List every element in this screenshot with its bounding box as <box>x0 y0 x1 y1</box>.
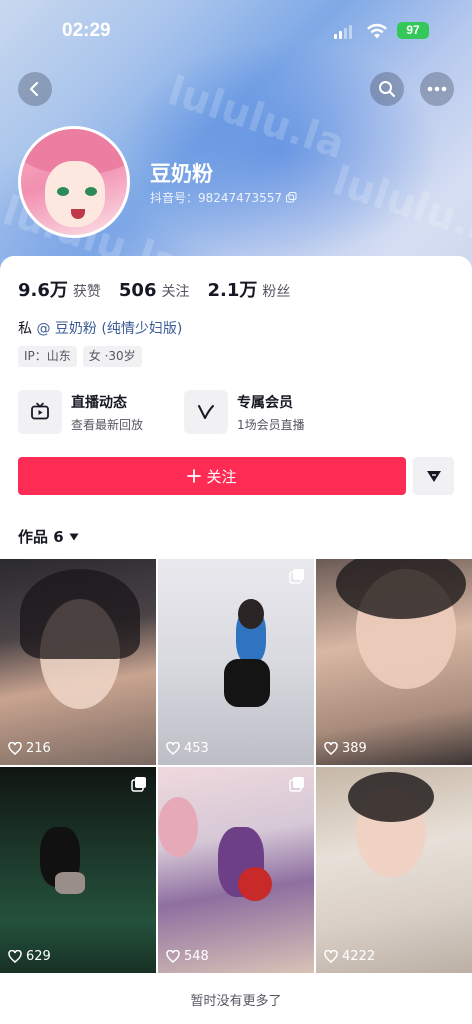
stat-likes-value: 9.6万 <box>18 280 68 301</box>
heart-icon <box>8 742 22 755</box>
heart-icon <box>324 742 338 755</box>
stat-likes-label: 获赞 <box>72 284 101 300</box>
avatar[interactable] <box>18 126 130 238</box>
like-count: 629 <box>8 949 51 964</box>
wifi-icon <box>367 23 387 39</box>
like-count-value: 4222 <box>342 949 376 964</box>
battery-icon: 97 <box>397 22 429 39</box>
video-thumbnail[interactable]: 389 <box>316 559 472 765</box>
heart-icon <box>8 950 22 963</box>
copy-icon[interactable] <box>285 192 297 203</box>
multi-image-icon <box>131 777 146 792</box>
like-count-value: 389 <box>342 741 367 756</box>
bio-mention-link[interactable]: @ 豆奶粉 (纯情少妇版) <box>36 321 182 337</box>
stat-following-value: 506 <box>118 280 157 301</box>
profile-nickname: 豆奶粉 <box>150 162 213 186</box>
tag-gender-age: 女 ·30岁 <box>82 346 142 367</box>
stat-likes: 9.6万 获赞 <box>18 276 101 302</box>
like-count: 389 <box>324 741 367 756</box>
feature-live-title: 直播动态 <box>71 394 127 411</box>
like-count-value: 453 <box>184 741 209 756</box>
caret-down-icon <box>69 533 79 540</box>
status-bar: 02:29 97 <box>0 0 472 60</box>
search-button[interactable] <box>370 72 404 106</box>
video-thumbnail[interactable]: 548 <box>158 767 314 973</box>
triangle-down-icon <box>426 471 441 482</box>
douyin-id[interactable]: 抖音号：98247473557 <box>150 189 297 206</box>
feature-member[interactable]: 专属会员 1场会员直播 <box>184 390 305 434</box>
follow-button-label: 关注 <box>206 467 237 486</box>
stat-following-label: 关注 <box>161 284 190 300</box>
signal-icon <box>334 25 352 39</box>
chevron-left-icon <box>29 81 39 97</box>
profile-stats: 9.6万 获赞 506 关注 2.1万 粉丝 <box>18 276 308 302</box>
back-button[interactable] <box>18 72 52 106</box>
like-count-value: 216 <box>26 741 51 756</box>
video-thumbnail[interactable]: 629 <box>0 767 156 973</box>
works-grid: 216 453 389 629 548 4222 <box>0 559 472 973</box>
works-tab[interactable]: 作品 6 <box>18 526 79 547</box>
stat-followers-label: 粉丝 <box>262 284 291 300</box>
heart-icon <box>166 950 180 963</box>
live-tv-icon <box>18 390 62 434</box>
tag-ip: IP：山东 <box>18 346 77 367</box>
multi-image-icon <box>289 569 304 584</box>
search-icon <box>379 81 396 98</box>
no-more-text: 暂时没有更多了 <box>190 994 282 1009</box>
status-time: 02:29 <box>62 20 111 41</box>
heart-icon <box>166 742 180 755</box>
like-count-value: 629 <box>26 949 51 964</box>
feature-member-subtitle: 1场会员直播 <box>237 417 305 432</box>
stat-followers[interactable]: 2.1万 粉丝 <box>207 276 290 302</box>
profile-tags: IP：山东 女 ·30岁 <box>18 346 142 367</box>
feature-live-subtitle: 查看最新回放 <box>71 417 144 432</box>
follow-button[interactable]: 关注 <box>18 457 406 495</box>
video-thumbnail[interactable]: 216 <box>0 559 156 765</box>
recommend-dropdown-button[interactable] <box>413 457 454 495</box>
more-button[interactable] <box>420 72 454 106</box>
video-thumbnail[interactable]: 453 <box>158 559 314 765</box>
feature-member-title: 专属会员 <box>237 394 293 411</box>
like-count-value: 548 <box>184 949 209 964</box>
stat-following[interactable]: 506 关注 <box>119 280 190 301</box>
feature-live-replay[interactable]: 直播动态 查看最新回放 <box>18 390 143 434</box>
like-count: 216 <box>8 741 51 756</box>
like-count: 4222 <box>324 949 375 964</box>
heart-icon <box>324 950 338 963</box>
plus-icon <box>187 469 202 483</box>
profile-bio: 私 @ 豆奶粉 (纯情少妇版) <box>18 318 182 338</box>
bio-text: 私 <box>18 321 32 337</box>
douyin-id-text: 抖音号：98247473557 <box>150 191 282 205</box>
stat-followers-value: 2.1万 <box>207 280 258 301</box>
video-thumbnail[interactable]: 4222 <box>316 767 472 973</box>
member-v-icon <box>184 390 228 434</box>
like-count: 548 <box>166 949 209 964</box>
works-title: 作品 6 <box>18 528 64 546</box>
more-icon <box>427 86 447 92</box>
multi-image-icon <box>289 777 304 792</box>
like-count: 453 <box>166 741 209 756</box>
